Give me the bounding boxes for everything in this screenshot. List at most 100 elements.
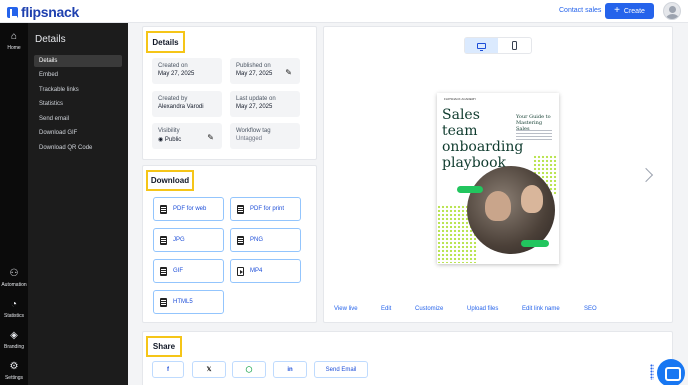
sidebar-item-statistics[interactable]: Statistics	[34, 98, 122, 110]
rail-item-home[interactable]: ⌂ Home	[0, 31, 28, 51]
pdf-file-icon	[160, 204, 167, 214]
image-file-icon	[160, 235, 167, 245]
person-figure	[521, 185, 543, 213]
rail-item-automation[interactable]: ⚇ Automation	[0, 268, 28, 288]
share-facebook-button[interactable]: f	[152, 361, 184, 378]
download-png-label: PNG	[250, 237, 264, 243]
download-gif-button[interactable]: GIF	[153, 259, 224, 283]
green-tag	[457, 186, 483, 193]
customize-link[interactable]: Customize	[415, 306, 443, 312]
last-update-value: May 27, 2025	[236, 104, 273, 110]
download-png-button[interactable]: PNG	[230, 228, 301, 252]
created-on-label: Created on	[158, 63, 188, 69]
details-heading: Details	[146, 31, 185, 53]
rail-label-settings: Settings	[4, 375, 24, 381]
edit-link[interactable]: Edit	[381, 306, 391, 312]
pdf-file-icon	[237, 204, 244, 214]
green-tag	[521, 240, 549, 247]
person-figure	[485, 191, 511, 221]
published-on-field: Published on May 27, 2025 ✎	[230, 58, 300, 84]
settings-icon: ⚙	[9, 361, 19, 372]
created-by-label: Created by	[158, 96, 188, 102]
download-mp4-button[interactable]: MP4	[230, 259, 301, 283]
drag-handle-icon[interactable]	[650, 364, 654, 380]
linkedin-icon: in	[287, 366, 293, 373]
edit-published-icon[interactable]: ✎	[285, 68, 292, 77]
icon-rail: ⌂ Home ⚇ Automation ◔ Statistics ◈ Brand…	[0, 23, 28, 385]
download-jpg-button[interactable]: JPG	[153, 228, 224, 252]
device-toggle	[464, 37, 532, 54]
rail-label-home: Home	[7, 45, 21, 51]
book-brand: FLIPSNACK ACADEMY	[444, 97, 477, 101]
plus-icon: +	[614, 5, 620, 16]
download-jpg-label: JPG	[173, 237, 185, 243]
last-update-label: Last update on	[236, 96, 276, 102]
download-pdf-print-button[interactable]: PDF for print	[230, 197, 301, 221]
seo-link[interactable]: SEO	[584, 306, 597, 312]
statistics-icon: ◔	[10, 299, 18, 310]
contact-sales-link[interactable]: Contact sales	[559, 7, 601, 14]
x-icon: 𝕏	[206, 367, 212, 373]
edit-link-name-link[interactable]: Edit link name	[522, 306, 560, 312]
globe-icon: ◉	[158, 137, 164, 143]
created-on-value: May 27, 2025	[158, 71, 195, 77]
share-linkedin-button[interactable]: in	[273, 361, 307, 378]
created-by-field: Created by Alexandra Varodi	[152, 91, 222, 117]
created-on-field: Created on May 27, 2025	[152, 58, 222, 84]
whatsapp-icon: ◯	[245, 367, 253, 373]
flipsnack-logo-icon	[7, 6, 18, 18]
download-gif-label: GIF	[173, 268, 183, 274]
created-by-value: Alexandra Varodi	[158, 104, 204, 110]
desktop-view-button[interactable]	[465, 38, 498, 53]
upload-files-link[interactable]: Upload files	[467, 306, 498, 312]
facebook-icon: f	[167, 366, 169, 373]
workflow-tag-label: Workflow tag	[236, 128, 271, 134]
sidebar-item-send-email[interactable]: Send email	[34, 113, 122, 125]
chat-icon[interactable]	[657, 359, 685, 385]
download-html5-label: HTML5	[173, 299, 193, 305]
top-bar: flipsnack Contact sales + Create	[0, 0, 688, 23]
flipbook-preview[interactable]: FLIPSNACK ACADEMY Sales team onboarding …	[437, 93, 559, 264]
rail-label-automation: Automation	[1, 282, 27, 288]
create-button[interactable]: + Create	[605, 3, 654, 19]
home-icon: ⌂	[10, 31, 18, 42]
share-x-button[interactable]: 𝕏	[192, 361, 226, 378]
workflow-tag-value: Untagged	[236, 136, 263, 142]
visibility-field: Visibility ◉ Public ✎	[152, 123, 222, 149]
rail-item-branding[interactable]: ◈ Branding	[0, 330, 28, 350]
download-card: Download PDF for web PDF for print JPG P…	[142, 165, 317, 323]
details-card: Details Created on May 27, 2025 Publishe…	[142, 26, 317, 160]
rail-label-statistics: Statistics	[3, 313, 24, 319]
view-live-link[interactable]: View live	[334, 306, 358, 312]
share-whatsapp-button[interactable]: ◯	[232, 361, 266, 378]
share-heading: Share	[146, 336, 182, 357]
workflow-tag-field: Workflow tag Untagged	[230, 123, 300, 149]
download-pdf-web-button[interactable]: PDF for web	[153, 197, 224, 221]
send-email-button[interactable]: Send Email	[314, 361, 368, 378]
logo-text: flipsnack	[21, 4, 79, 20]
create-button-label: Create	[623, 7, 645, 15]
mobile-view-button[interactable]	[498, 38, 531, 53]
html-file-icon	[160, 297, 167, 307]
sidebar-item-download-gif[interactable]: Download GIF	[34, 127, 122, 139]
edit-visibility-icon[interactable]: ✎	[207, 133, 214, 142]
desktop-icon	[477, 42, 486, 51]
download-mp4-label: MP4	[250, 268, 263, 274]
user-avatar[interactable]	[663, 2, 681, 20]
branding-icon: ◈	[10, 330, 18, 341]
rail-item-statistics[interactable]: ◔ Statistics	[0, 299, 28, 319]
flipsnack-logo[interactable]: flipsnack	[7, 4, 79, 20]
download-pdf-web-label: PDF for web	[173, 206, 207, 212]
sidebar-item-details[interactable]: Details	[34, 55, 122, 67]
sidebar-item-trackable-links[interactable]: Trackable links	[34, 84, 122, 96]
download-heading: Download	[146, 170, 194, 191]
automation-icon: ⚇	[9, 268, 19, 279]
image-file-icon	[237, 235, 244, 245]
sidebar-item-download-qr-code[interactable]: Download QR Code	[34, 142, 122, 154]
download-pdf-print-label: PDF for print	[250, 206, 285, 212]
rail-item-settings[interactable]: ⚙ Settings	[0, 361, 28, 381]
sidebar-item-embed[interactable]: Embed	[34, 69, 122, 81]
mobile-icon	[512, 41, 517, 50]
download-html5-button[interactable]: HTML5	[153, 290, 224, 314]
sidebar-title: Details	[35, 34, 66, 45]
